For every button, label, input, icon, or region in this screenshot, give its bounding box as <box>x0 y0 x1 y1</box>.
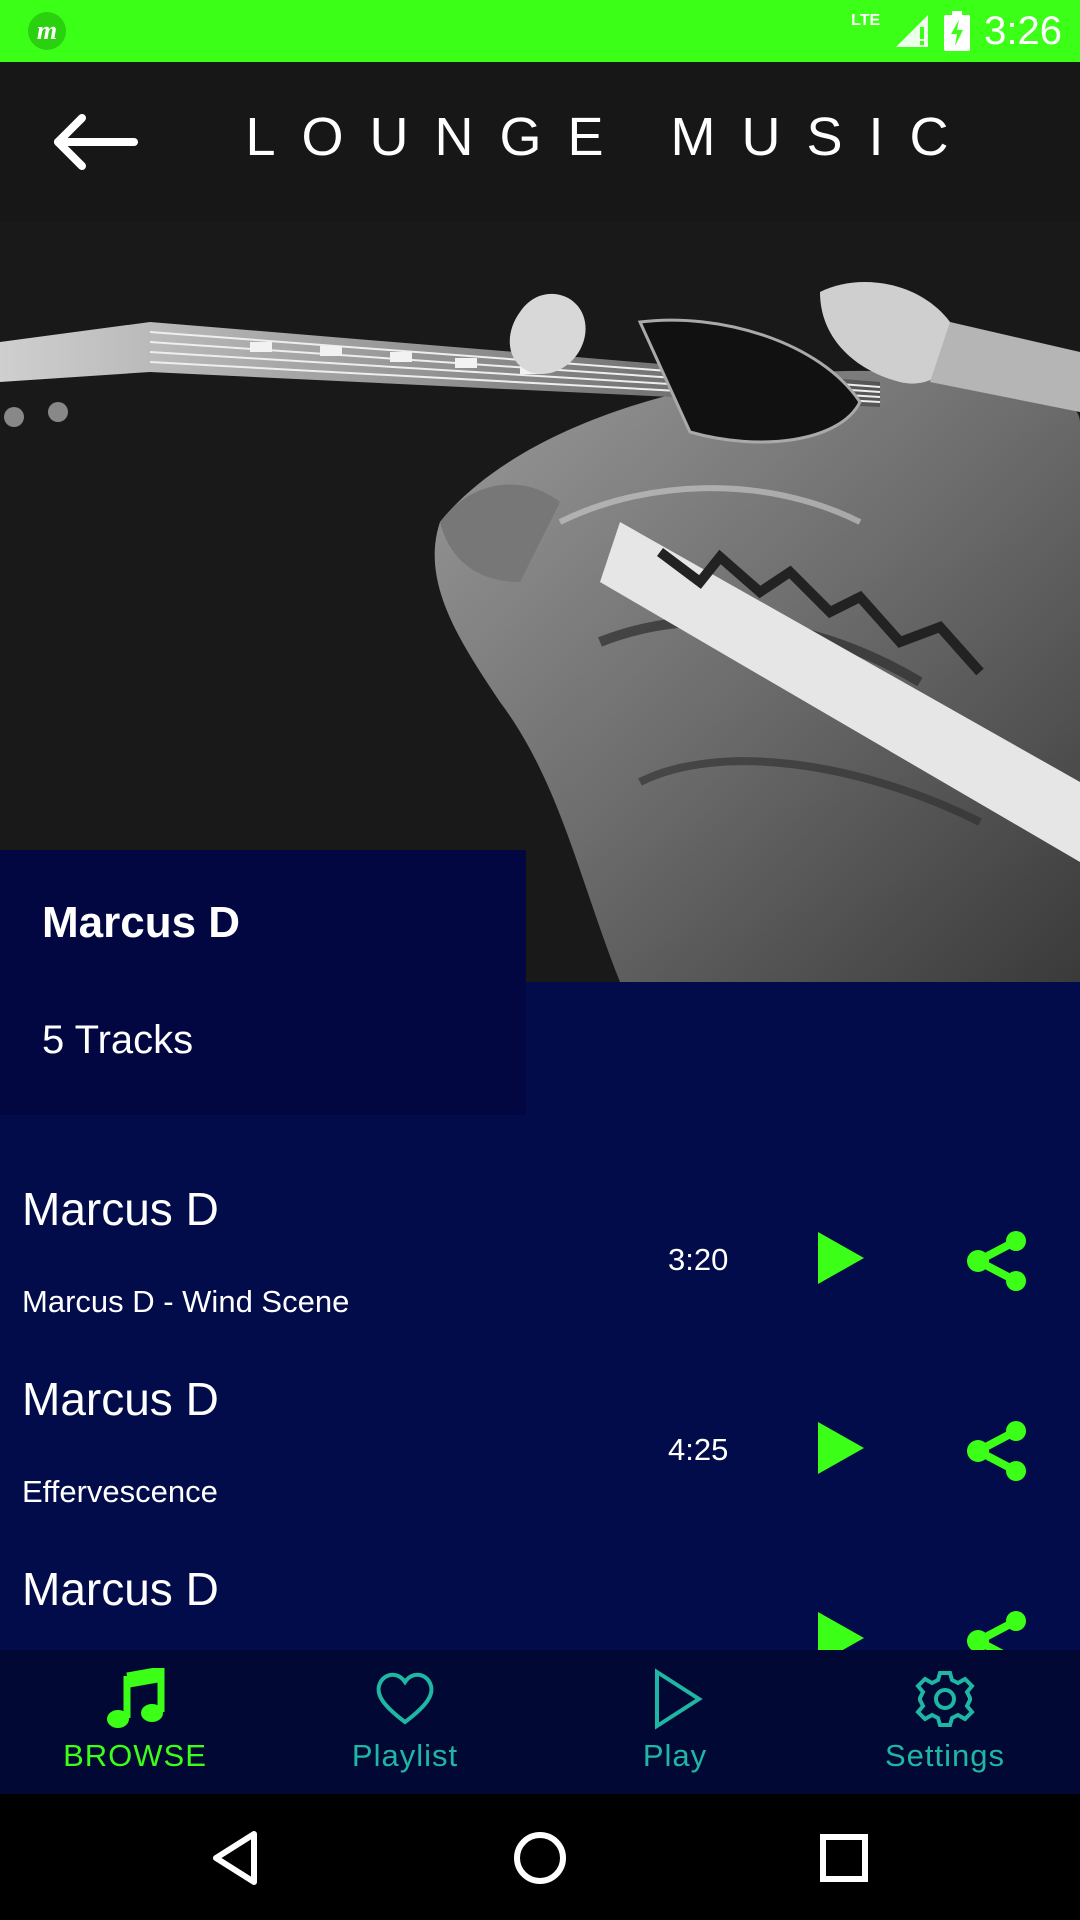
app-logo-icon: m <box>28 12 66 50</box>
gear-icon <box>915 1671 975 1727</box>
track-title: Marcus D - Wind Scene <box>22 1284 350 1319</box>
nav-browse[interactable]: BROWSE <box>0 1650 270 1794</box>
track-duration: 3:20 <box>668 1242 729 1277</box>
status-bar: m LTE 3:26 <box>0 0 1080 62</box>
battery-charging-icon <box>944 11 971 51</box>
recents-square-icon[interactable] <box>814 1828 874 1888</box>
svg-text:m: m <box>37 16 57 45</box>
play-icon[interactable] <box>812 1228 868 1288</box>
track-artist: Marcus D <box>22 1373 219 1425</box>
share-icon[interactable] <box>964 1230 1030 1292</box>
track-row[interactable]: Marcus D Marcus D - Wind Scene 3:20 <box>0 1182 1080 1372</box>
page-title: LOUNGE MUSIC <box>245 107 975 167</box>
nav-playlist[interactable]: Playlist <box>270 1650 540 1794</box>
track-duration: 4:25 <box>668 1432 729 1467</box>
track-count: 5 Tracks <box>42 1018 194 1062</box>
play-icon[interactable] <box>812 1608 868 1650</box>
share-icon[interactable] <box>964 1610 1030 1650</box>
music-note-icon <box>107 1668 165 1728</box>
track-row[interactable]: Marcus D Effervescence 4:25 <box>0 1372 1080 1562</box>
app-bar: LOUNGE MUSIC <box>0 62 1080 222</box>
status-time: 3:26 <box>984 8 1062 53</box>
nav-play[interactable]: Play <box>540 1650 810 1794</box>
nav-label: Play <box>642 1738 708 1773</box>
track-artist: Marcus D <box>22 1563 219 1615</box>
system-nav-bar <box>0 1794 1080 1920</box>
nav-label: Playlist <box>351 1738 459 1773</box>
artist-card: Marcus D 5 Tracks <box>0 850 526 1115</box>
track-row[interactable]: Marcus D <box>0 1562 1080 1650</box>
play-outline-icon <box>655 1668 703 1730</box>
nav-label: BROWSE <box>63 1738 207 1773</box>
heart-icon <box>376 1672 434 1725</box>
share-icon[interactable] <box>964 1420 1030 1482</box>
artist-name: Marcus D <box>42 898 241 947</box>
home-circle-icon[interactable] <box>510 1828 570 1888</box>
track-title: Effervescence <box>22 1474 218 1509</box>
nav-label: Settings <box>884 1738 1005 1773</box>
play-icon[interactable] <box>812 1418 868 1478</box>
bottom-nav: BROWSE Playlist Play Settings <box>0 1650 1080 1794</box>
network-type: LTE <box>851 12 881 29</box>
signal-icon <box>896 15 929 47</box>
track-artist: Marcus D <box>22 1183 219 1235</box>
nav-settings[interactable]: Settings <box>810 1650 1080 1794</box>
back-triangle-icon[interactable] <box>206 1828 266 1888</box>
